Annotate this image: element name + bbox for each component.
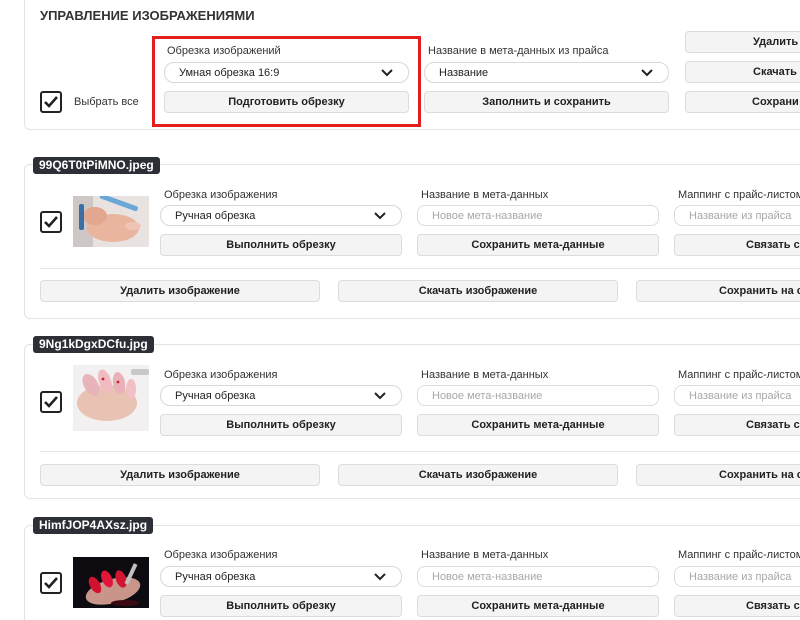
select-all-label: Выбрать все bbox=[74, 96, 139, 108]
fill-and-save-button[interactable]: Заполнить и сохранить bbox=[424, 91, 669, 113]
header-crop-label: Обрезка изображений bbox=[167, 45, 281, 57]
mapping-label: Маппинг с прайс-листом bbox=[678, 549, 800, 561]
meta-name-input[interactable]: Новое мета-название bbox=[417, 566, 659, 587]
card-divider bbox=[40, 268, 800, 269]
perform-crop-button[interactable]: Выполнить обрезку bbox=[160, 595, 402, 617]
meta-name-input[interactable]: Новое мета-название bbox=[417, 205, 659, 226]
check-icon bbox=[44, 396, 58, 408]
crop-label: Обрезка изображения bbox=[164, 549, 278, 561]
delete-selected-button[interactable]: Удалить и bbox=[685, 31, 800, 53]
chevron-down-icon bbox=[641, 68, 653, 76]
save-meta-button[interactable]: Сохранить мета-данные bbox=[417, 234, 659, 256]
chevron-down-icon bbox=[374, 211, 386, 219]
crop-select-value: Ручная обрезка bbox=[175, 389, 256, 402]
save-to-server-button[interactable]: Сохранить на се bbox=[636, 280, 800, 302]
delete-image-button[interactable]: Удалить изображение bbox=[40, 464, 320, 486]
mapping-label: Маппинг с прайс-листом bbox=[678, 369, 800, 381]
crop-select-value: Ручная обрезка bbox=[175, 209, 256, 222]
check-icon bbox=[44, 96, 58, 108]
crop-select-value: Ручная обрезка bbox=[175, 570, 256, 583]
crop-label: Обрезка изображения bbox=[164, 369, 278, 381]
select-all-checkbox[interactable] bbox=[40, 91, 62, 113]
image-checkbox[interactable] bbox=[40, 211, 62, 233]
chevron-down-icon bbox=[381, 68, 393, 76]
image-checkbox[interactable] bbox=[40, 572, 62, 594]
card-divider bbox=[40, 451, 800, 452]
header-crop-select[interactable]: Умная обрезка 16:9 bbox=[164, 62, 409, 83]
check-icon bbox=[44, 577, 58, 589]
chevron-down-icon bbox=[374, 572, 386, 580]
save-selected-button[interactable]: Сохрани bbox=[685, 91, 800, 113]
meta-label: Название в мета-данных bbox=[421, 189, 549, 201]
nail-file-photo bbox=[73, 196, 149, 247]
image-filename: 99Q6T0tPiMNO.jpeg bbox=[33, 157, 160, 174]
perform-crop-button[interactable]: Выполнить обрезку bbox=[160, 234, 402, 256]
perform-crop-button[interactable]: Выполнить обрезку bbox=[160, 414, 402, 436]
download-image-button[interactable]: Скачать изображение bbox=[338, 464, 618, 486]
link-price-button[interactable]: Связать с т bbox=[674, 595, 800, 617]
image-filename: HimfJOP4AXsz.jpg bbox=[33, 517, 154, 534]
image-filename: 9Ng1kDgxDCfu.jpg bbox=[33, 336, 154, 353]
header-meta-label: Название в мета-данных из прайса bbox=[428, 45, 609, 57]
download-selected-button[interactable]: Скачать и bbox=[685, 61, 800, 83]
check-icon bbox=[44, 216, 58, 228]
page-title: УПРАВЛЕНИЕ ИЗОБРАЖЕНИЯМИ bbox=[40, 8, 255, 23]
header-meta-select[interactable]: Название bbox=[424, 62, 669, 83]
crop-label: Обрезка изображения bbox=[164, 189, 278, 201]
mapping-label: Маппинг с прайс-листом bbox=[678, 189, 800, 201]
save-to-server-button[interactable]: Сохранить на се bbox=[636, 464, 800, 486]
header-crop-select-value: Умная обрезка 16:9 bbox=[179, 66, 280, 79]
mapping-input[interactable]: Название из прайса bbox=[674, 566, 800, 587]
image-checkbox[interactable] bbox=[40, 391, 62, 413]
red-nails-photo bbox=[73, 557, 149, 608]
link-price-button[interactable]: Связать с т bbox=[674, 414, 800, 436]
link-price-button[interactable]: Связать с т bbox=[674, 234, 800, 256]
prepare-crop-button[interactable]: Подготовить обрезку bbox=[164, 91, 409, 113]
save-meta-button[interactable]: Сохранить мета-данные bbox=[417, 414, 659, 436]
meta-label: Название в мета-данных bbox=[421, 549, 549, 561]
delete-image-button[interactable]: Удалить изображение bbox=[40, 280, 320, 302]
meta-label: Название в мета-данных bbox=[421, 369, 549, 381]
download-image-button[interactable]: Скачать изображение bbox=[338, 280, 618, 302]
save-meta-button[interactable]: Сохранить мета-данные bbox=[417, 595, 659, 617]
mapping-input[interactable]: Название из прайса bbox=[674, 205, 800, 226]
pink-nails-photo bbox=[73, 365, 149, 431]
crop-select[interactable]: Ручная обрезка bbox=[160, 566, 402, 587]
header-meta-select-value: Название bbox=[439, 66, 489, 79]
mapping-input[interactable]: Название из прайса bbox=[674, 385, 800, 406]
meta-name-input[interactable]: Новое мета-название bbox=[417, 385, 659, 406]
chevron-down-icon bbox=[374, 391, 386, 399]
crop-select[interactable]: Ручная обрезка bbox=[160, 205, 402, 226]
crop-select[interactable]: Ручная обрезка bbox=[160, 385, 402, 406]
